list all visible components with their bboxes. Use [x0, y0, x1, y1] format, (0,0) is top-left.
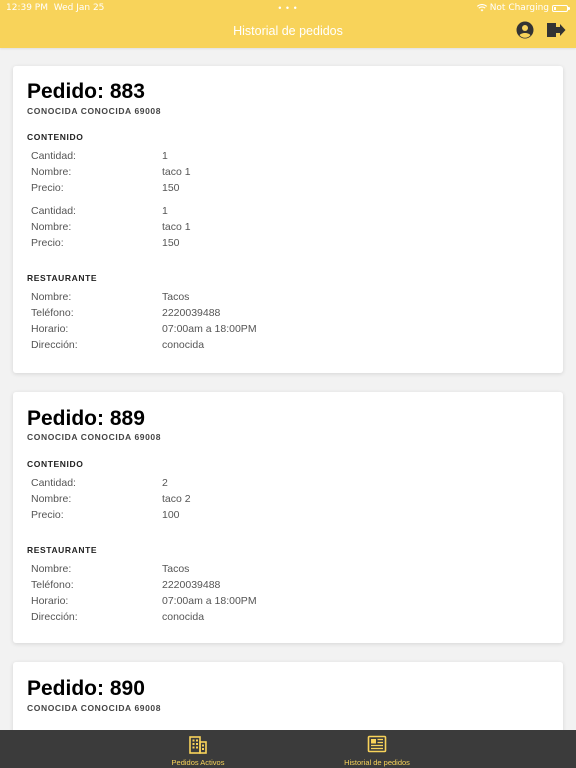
newspaper-icon: [367, 734, 387, 754]
item-price-row: Precio: 150: [31, 182, 431, 197]
restaurant-phone-label: Teléfono:: [31, 307, 74, 319]
price-label: Precio:: [31, 237, 64, 249]
restaurant-name-row: Nombre: Tacos: [31, 291, 431, 306]
order-history-list[interactable]: Pedido: 883 CONOCIDA CONOCIDA 69008 CONT…: [0, 48, 576, 730]
restaurant-name-label: Nombre:: [31, 291, 72, 303]
tab-label: Pedidos Activos: [171, 758, 225, 767]
top-bar: 12:39 PM Wed Jan 25 • • • Not Charging H…: [0, 0, 576, 48]
restaurant-phone-label: Teléfono:: [31, 579, 74, 591]
order-title: Pedido: 883: [27, 80, 145, 103]
tab-bar: Pedidos Activos Historial de pedidos: [0, 730, 576, 768]
restaurant-address-label: Dirección:: [31, 611, 78, 623]
restaurant-phone-row: Teléfono: 2220039488: [31, 307, 431, 322]
item-quantity-row: Cantidad: 1: [31, 150, 431, 165]
price-label: Precio:: [31, 509, 64, 521]
order-title: Pedido: 890: [27, 677, 145, 700]
price-label: Precio:: [31, 182, 64, 194]
item-name-row: Nombre: taco 1: [31, 166, 431, 181]
quantity-value: 1: [162, 150, 168, 162]
name-label: Nombre:: [31, 493, 72, 505]
order-title: Pedido: 889: [27, 407, 145, 430]
profile-button[interactable]: [515, 21, 535, 44]
restaurant-phone-value: 2220039488: [162, 579, 221, 591]
name-label: Nombre:: [31, 221, 72, 233]
restaurant-hours-row: Horario: 07:00am a 18:00PM: [31, 595, 431, 610]
restaurant-hours-label: Horario:: [31, 595, 69, 607]
restaurant-hours-row: Horario: 07:00am a 18:00PM: [31, 323, 431, 338]
charging-status: Not Charging: [489, 3, 549, 13]
order-address: CONOCIDA CONOCIDA 69008: [27, 106, 162, 116]
building-icon: [188, 734, 208, 754]
tab-historial-de-pedidos[interactable]: Historial de pedidos: [302, 730, 452, 768]
content-section-label: CONTENIDO: [27, 132, 84, 142]
price-value: 150: [162, 237, 180, 249]
restaurant-hours-value: 07:00am a 18:00PM: [162, 595, 257, 607]
order-card: Pedido: 890 CONOCIDA CONOCIDA 69008: [13, 662, 563, 730]
tab-label: Historial de pedidos: [344, 758, 410, 767]
restaurant-address-value: conocida: [162, 339, 205, 351]
quantity-value: 1: [162, 205, 168, 217]
item-quantity-row: Cantidad: 2: [31, 477, 431, 492]
restaurant-phone-row: Teléfono: 2220039488: [31, 579, 431, 594]
quantity-value: 2: [162, 477, 168, 489]
logout-icon: [546, 21, 566, 44]
order-card: Pedido: 883 CONOCIDA CONOCIDA 69008 CONT…: [13, 66, 563, 373]
restaurant-address-row: Dirección: conocida: [31, 339, 431, 354]
restaurant-hours-label: Horario:: [31, 323, 69, 335]
restaurant-name-label: Nombre:: [31, 563, 72, 575]
restaurant-address-value: conocida: [162, 611, 205, 623]
wifi-icon: [476, 4, 487, 12]
order-address: CONOCIDA CONOCIDA 69008: [27, 432, 162, 442]
restaurant-address-row: Dirección: conocida: [31, 611, 431, 626]
quantity-label: Cantidad:: [31, 477, 76, 489]
name-value: taco 1: [162, 166, 191, 178]
restaurant-phone-value: 2220039488: [162, 307, 221, 319]
quantity-label: Cantidad:: [31, 205, 76, 217]
restaurant-section-label: RESTAURANTE: [27, 273, 98, 283]
price-value: 150: [162, 182, 180, 194]
restaurant-name-value: Tacos: [162, 563, 190, 575]
page-title: Historial de pedidos: [233, 24, 343, 38]
order-address: CONOCIDA CONOCIDA 69008: [27, 703, 162, 713]
tab-pedidos-activos[interactable]: Pedidos Activos: [123, 730, 273, 768]
name-value: taco 1: [162, 221, 191, 233]
battery-icon: [552, 4, 570, 12]
status-right: Not Charging: [476, 3, 570, 13]
user-circle-icon: [516, 21, 534, 44]
item-name-row: Nombre: taco 1: [31, 221, 431, 236]
item-name-row: Nombre: taco 2: [31, 493, 431, 508]
restaurant-name-row: Nombre: Tacos: [31, 563, 431, 578]
content-section-label: CONTENIDO: [27, 459, 84, 469]
restaurant-address-label: Dirección:: [31, 339, 78, 351]
item-quantity-row: Cantidad: 1: [31, 205, 431, 220]
name-value: taco 2: [162, 493, 191, 505]
restaurant-name-value: Tacos: [162, 291, 190, 303]
item-price-row: Precio: 150: [31, 237, 431, 252]
name-label: Nombre:: [31, 166, 72, 178]
restaurant-hours-value: 07:00am a 18:00PM: [162, 323, 257, 335]
restaurant-section-label: RESTAURANTE: [27, 545, 98, 555]
item-price-row: Precio: 100: [31, 509, 431, 524]
logout-button[interactable]: [546, 22, 566, 42]
order-card: Pedido: 889 CONOCIDA CONOCIDA 69008 CONT…: [13, 392, 563, 643]
price-value: 100: [162, 509, 180, 521]
quantity-label: Cantidad:: [31, 150, 76, 162]
